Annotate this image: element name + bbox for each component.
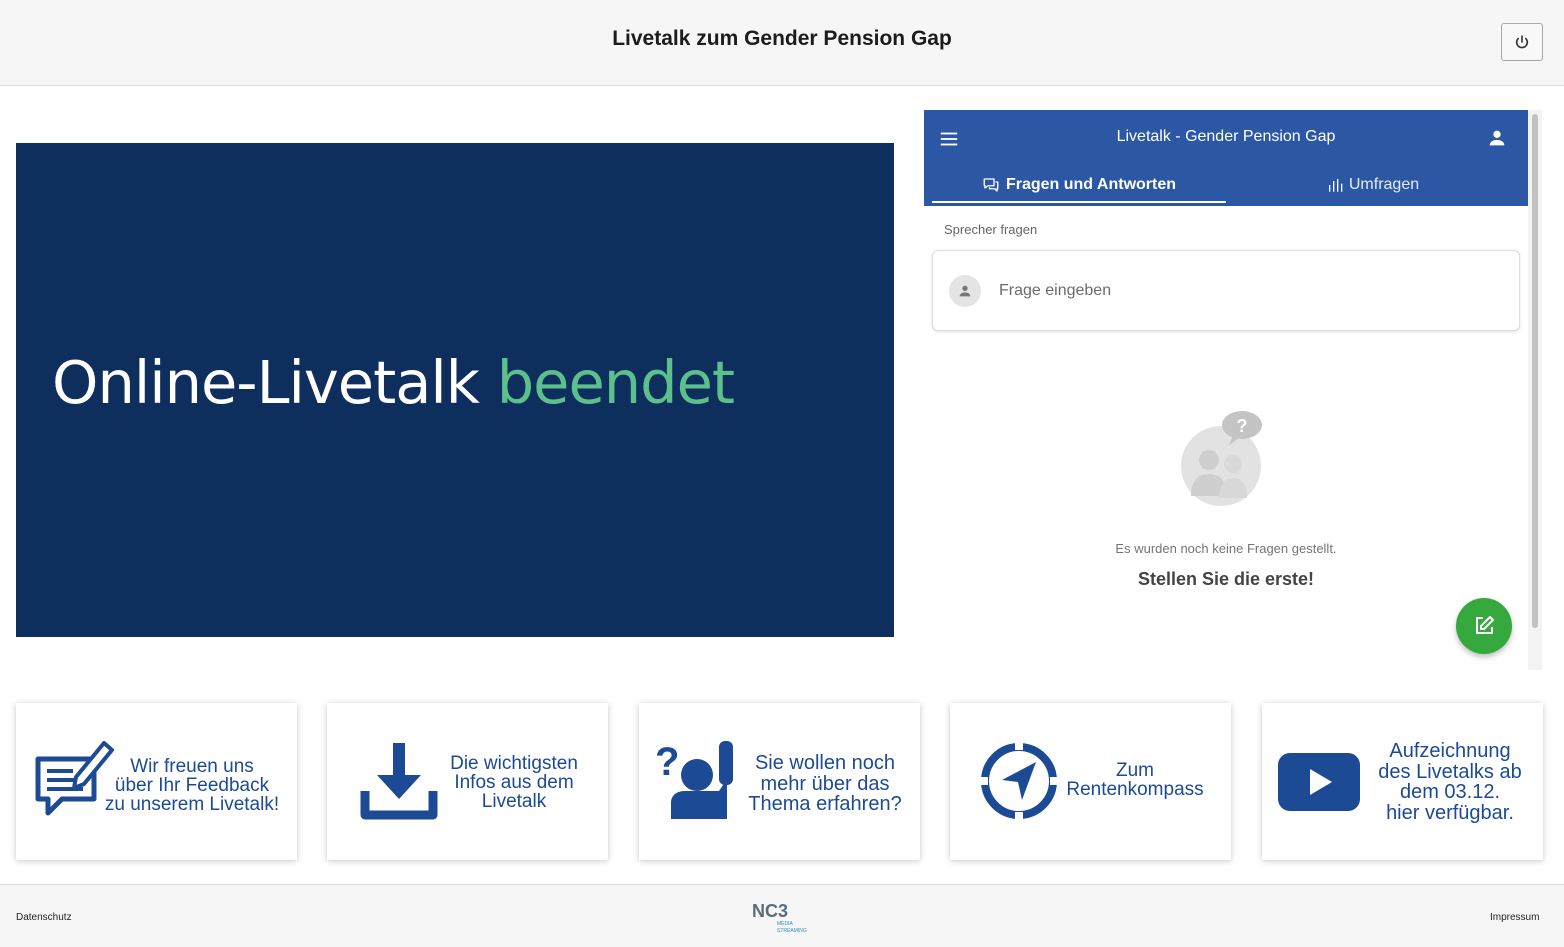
footer: Datenschutz NC3 MEDIA STREAMING Impressu… (0, 884, 1564, 947)
stage-headline: Online-Livetalk beendet (52, 348, 735, 417)
headline-main: Online-Livetalk (52, 348, 497, 417)
avatar (949, 275, 981, 307)
ask-speaker-label: Sprecher fragen (944, 222, 1038, 237)
tab-polls-label: Umfragen (1348, 176, 1420, 193)
bar-chart-icon (1328, 179, 1343, 192)
empty-state-cta: Stellen Sie die erste! (1137, 569, 1315, 589)
question-input[interactable] (999, 277, 1499, 305)
tile-feedback-text: Wir freuen uns über Ihr Feedback zu unsere… (104, 756, 280, 815)
question-person-icon: ? (655, 740, 733, 819)
link-tiles: Wir freuen uns über Ihr Feedback zu unsere… (16, 703, 1543, 860)
active-tab-indicator (932, 201, 1226, 203)
user-icon[interactable] (1486, 127, 1508, 149)
empty-state-text: Es wurden noch keine Fragen gestellt. (1115, 541, 1337, 556)
tab-questions[interactable]: Fragen und Antworten (932, 166, 1226, 204)
play-video-icon (1278, 753, 1360, 811)
privacy-link[interactable]: Datenschutz (16, 912, 72, 923)
scrollbar-thumb[interactable] (1532, 114, 1538, 628)
logo-text: NC3 (752, 901, 788, 921)
tile-compass-text: Zum Rentenkompass (1066, 760, 1204, 800)
panel-title: Livetalk - Gender Pension Gap (1116, 128, 1336, 145)
tile-infos-text: Die wichtigsten Infos aus dem Livetalk (450, 753, 578, 812)
edit-icon (1476, 616, 1494, 634)
chat-bubbles-icon (983, 178, 999, 192)
person-icon (959, 285, 971, 297)
power-icon (1515, 35, 1529, 49)
logo-sub-2: STREAMING (777, 928, 807, 934)
top-bar: Livetalk zum Gender Pension Gap (0, 0, 1564, 86)
logo-sub-1: MEDIA (777, 921, 794, 927)
tab-polls[interactable]: Umfragen (1226, 166, 1520, 204)
video-stage[interactable]: Online-Livetalk beendet (16, 143, 894, 637)
download-icon (360, 743, 438, 820)
headline-accent: beendet (496, 348, 735, 417)
no-questions-illustration-icon: ? (1181, 411, 1262, 506)
tab-questions-label: Fragen und Antworten (1005, 176, 1177, 193)
svg-text:?: ? (1237, 416, 1248, 436)
compose-question-button[interactable] (1456, 598, 1512, 654)
question-input-card[interactable] (932, 250, 1520, 331)
svg-text:?: ? (655, 740, 679, 784)
page-title: Livetalk zum Gender Pension Gap (612, 27, 952, 50)
imprint-link[interactable]: Impressum (1490, 912, 1539, 923)
panel-app-bar: Livetalk - Gender Pension Gap Fragen und… (924, 110, 1528, 206)
tile-feedback[interactable]: Wir freuen uns über Ihr Feedback zu unsere… (16, 703, 297, 860)
qa-panel: Livetalk - Gender Pension Gap Fragen und… (924, 110, 1542, 670)
compass-icon (978, 740, 1060, 822)
tile-recording-text: Aufzeichnung des Livetalks ab dem 03.12. hi… (1378, 740, 1522, 824)
tile-more-info[interactable]: ? Sie wollen noch mehr über das Thema erfa… (639, 703, 920, 860)
nc3-logo-icon: NC3 MEDIA STREAMING (752, 901, 807, 934)
tile-compass[interactable]: Zum Rentenkompass (950, 703, 1231, 860)
tile-more-info-text: Sie wollen noch mehr über das Thema erfahr… (748, 752, 902, 815)
logout-button[interactable] (1501, 23, 1543, 61)
tile-infos[interactable]: Die wichtigsten Infos aus dem Livetalk (327, 703, 608, 860)
tile-recording[interactable]: Aufzeichnung des Livetalks ab dem 03.12. hi… (1262, 703, 1543, 860)
